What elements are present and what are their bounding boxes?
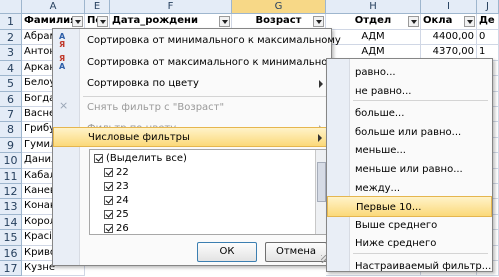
header-salary: Окла xyxy=(421,14,477,30)
filter-value-label: 24 xyxy=(116,195,129,206)
number-filters-label: Числовые фильтры xyxy=(88,132,190,143)
header-birthdate-label: Дата_рождени xyxy=(112,15,198,26)
row-header[interactable]: 4 xyxy=(0,60,22,77)
clear-filter-item[interactable]: ⨯ Снять фильтр с "Возраст" xyxy=(53,98,331,118)
header-department-label: Отдел xyxy=(354,15,392,26)
submenu-item[interactable]: Настраиваемый фильтр... xyxy=(327,256,492,277)
row-header[interactable]: 1 xyxy=(0,14,22,30)
row-header[interactable]: 3 xyxy=(0,45,22,61)
filter-dropdown-button[interactable] xyxy=(72,16,83,27)
number-filters-submenu: равно... не равно... больше... больше или р… xyxy=(326,58,493,272)
row-header[interactable]: 12 xyxy=(0,184,22,200)
filter-dropdown-button[interactable] xyxy=(408,16,419,27)
filter-dropdown-button[interactable] xyxy=(97,16,108,27)
checkbox[interactable] xyxy=(104,209,113,219)
sort-by-color-label: Сортировка по цвету xyxy=(87,78,199,89)
row-header[interactable]: 8 xyxy=(0,122,22,138)
scroll-thumb[interactable] xyxy=(317,162,326,202)
row-header[interactable]: 11 xyxy=(0,168,22,184)
number-filters-item[interactable]: Числовые фильтры xyxy=(53,127,331,147)
column-header-h[interactable]: H xyxy=(326,0,421,14)
menu-separator xyxy=(83,96,327,97)
column-header-f[interactable]: F xyxy=(110,0,232,14)
filter-value-item[interactable]: 25 xyxy=(104,208,129,221)
column-header-e[interactable]: E xyxy=(85,0,110,14)
checkbox[interactable] xyxy=(104,223,113,233)
row-header[interactable]: 5 xyxy=(0,76,22,92)
submenu-item[interactable]: не равно... xyxy=(327,81,492,102)
sort-by-color-item[interactable]: Сортировка по цвету xyxy=(53,74,331,94)
header-children: Де xyxy=(477,14,499,30)
filter-value-item[interactable]: 23 xyxy=(104,180,129,193)
checkbox[interactable] xyxy=(94,153,103,163)
salary-cell[interactable]: 4400,00 xyxy=(421,30,477,46)
header-age-label: Возраст xyxy=(255,15,302,26)
row-header[interactable]: 17 xyxy=(0,261,22,277)
submenu-separator xyxy=(353,253,488,254)
filter-value-item[interactable]: 24 xyxy=(104,194,129,207)
row-header[interactable]: 13 xyxy=(0,199,22,215)
row-header[interactable]: 9 xyxy=(0,137,22,154)
sort-ascending-label: Сортировка от минимального к максимально… xyxy=(87,35,341,46)
sort-descending-item[interactable]: ЯA Сортировка от максимального к минимал… xyxy=(53,53,341,73)
sort-ascending-item[interactable]: AЯ Сортировка от минимального к максимал… xyxy=(53,31,341,51)
submenu-arrow-icon xyxy=(318,134,322,142)
cancel-button[interactable]: Отмена xyxy=(265,242,327,262)
row-header[interactable]: 10 xyxy=(0,153,22,169)
filter-value-item[interactable]: (Выделить все) xyxy=(94,152,187,165)
filter-value-label: 25 xyxy=(116,209,129,220)
filter-value-label: 23 xyxy=(116,181,129,192)
column-header-j[interactable]: J xyxy=(477,0,499,14)
row-header[interactable]: 6 xyxy=(0,91,22,107)
sort-descending-label: Сортировка от максимального к минимально… xyxy=(87,57,341,68)
sort-za-icon: ЯA xyxy=(59,54,66,71)
submenu-item[interactable]: Ниже среднего xyxy=(327,233,492,254)
row-header[interactable]: 16 xyxy=(0,245,22,261)
header-surname-label: Фамилия xyxy=(24,15,77,26)
row-header[interactable]: 2 xyxy=(0,30,22,46)
submenu-separator xyxy=(353,100,488,102)
filter-values-list[interactable]: (Выделить все) 22 23 24 25 26 xyxy=(89,149,329,235)
filter-value-label: 26 xyxy=(116,223,129,234)
filter-value-label: 22 xyxy=(116,167,129,178)
autofilter-menu: AЯ Сортировка от минимального к максимал… xyxy=(52,28,341,266)
column-header-i[interactable]: I xyxy=(421,0,477,14)
column-header-a[interactable]: A xyxy=(22,0,85,14)
filter-dropdown-button[interactable] xyxy=(219,16,230,27)
submenu-arrow-icon xyxy=(319,80,323,88)
filter-value-item[interactable]: 22 xyxy=(104,166,129,179)
select-all-corner[interactable] xyxy=(0,0,22,14)
header-department: Отдел xyxy=(326,14,421,30)
filter-dropdown-button[interactable] xyxy=(464,16,475,27)
column-header-g[interactable]: G xyxy=(232,0,326,14)
row-header[interactable]: 14 xyxy=(0,214,22,231)
sort-az-icon: AЯ xyxy=(59,32,66,49)
filter-value-item[interactable]: 26 xyxy=(104,222,129,234)
clear-filter-label: Снять фильтр с "Возраст" xyxy=(87,102,225,113)
row-header[interactable]: 7 xyxy=(0,107,22,123)
clear-filter-icon: ⨯ xyxy=(59,99,69,112)
row-header[interactable]: 15 xyxy=(0,230,22,246)
header-salary-label: Окла xyxy=(423,15,453,26)
children-cell[interactable]: 0 xyxy=(477,30,499,46)
checkbox[interactable] xyxy=(104,167,113,177)
checkbox[interactable] xyxy=(104,181,113,191)
ok-button[interactable]: ОК xyxy=(197,242,257,262)
header-children-label: Де xyxy=(479,15,495,26)
filter-value-label: (Выделить все) xyxy=(106,153,187,164)
checkbox[interactable] xyxy=(104,195,113,205)
filter-dropdown-button[interactable] xyxy=(313,16,324,27)
